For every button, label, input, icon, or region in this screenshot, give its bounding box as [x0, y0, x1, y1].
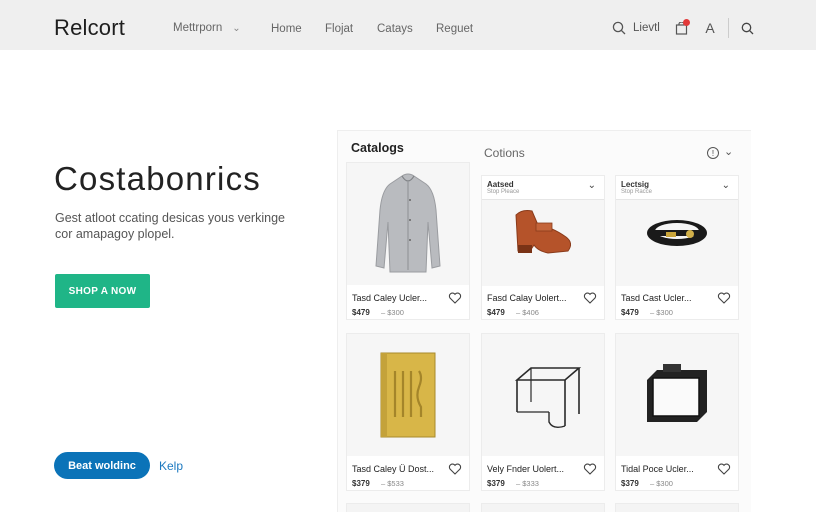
product-card-partial[interactable]	[615, 503, 739, 512]
product-old-price: – $533	[381, 479, 404, 488]
product-image-cardigan	[347, 163, 469, 285]
heart-icon[interactable]	[717, 462, 731, 476]
card-filter-bar[interactable]: Aatsed Stop Pleace ⌄	[482, 176, 604, 200]
nav-link-home[interactable]: Home	[271, 23, 302, 35]
account-icon[interactable]: A	[702, 20, 718, 36]
product-old-price: – $300	[650, 308, 673, 317]
product-card[interactable]: Vely Fnder Uolert... $379 – $333	[481, 333, 605, 491]
product-price: $479	[352, 308, 370, 317]
product-old-price: – $406	[516, 308, 539, 317]
filter-sublabel: Stop Racce	[621, 189, 653, 195]
product-name: Fasd Calay Uolert...	[487, 293, 567, 303]
filter-label: Lectsig	[621, 180, 650, 189]
product-old-price: – $300	[381, 308, 404, 317]
product-card[interactable]: Tasd Caley Ü Dost... $379 – $533	[346, 333, 470, 491]
product-price: $479	[487, 308, 505, 317]
product-price: $379	[621, 479, 639, 488]
chevron-down-icon: ⌄	[721, 180, 730, 191]
product-card[interactable]: Tasd Caley Ucler... $479 – $300	[346, 162, 470, 320]
filter-sublabel: Stop Pleace	[487, 189, 520, 195]
product-card[interactable]: Tidal Poce Ucler... $379 – $300	[615, 333, 739, 491]
card-filter-bar[interactable]: Lectsig Stop Racce ⌄	[616, 176, 738, 200]
product-price: $379	[352, 479, 370, 488]
hero-subtitle: Gest atloot ccating desicas yous verking…	[55, 211, 285, 241]
nav-link-3[interactable]: Catays	[377, 23, 413, 35]
product-price: $379	[487, 479, 505, 488]
cart-notification-badge	[683, 19, 690, 26]
heart-icon[interactable]	[583, 462, 597, 476]
help-link[interactable]: Kelp	[159, 459, 183, 473]
product-image-wire-cube	[482, 334, 604, 456]
hero-title: Costabonrics	[54, 160, 261, 197]
header-divider	[728, 18, 729, 38]
heart-icon[interactable]	[448, 291, 462, 305]
product-card[interactable]: Lectsig Stop Racce ⌄ Tasd Cast Ucler... …	[615, 175, 739, 320]
chevron-down-icon: ⌄	[232, 22, 241, 34]
product-name: Tasd Cast Ucler...	[621, 293, 692, 303]
product-price: $479	[621, 308, 639, 317]
product-old-price: – $333	[516, 479, 539, 488]
nav-link-2[interactable]: Flojat	[325, 23, 353, 35]
product-card-partial[interactable]	[481, 503, 605, 512]
chevron-down-icon: ⌄	[587, 180, 596, 191]
product-name: Tasd Caley Ucler...	[352, 293, 428, 303]
catalog-title: Catalogs	[351, 141, 404, 155]
heart-icon[interactable]	[583, 291, 597, 305]
account-link[interactable]: Lievtl	[633, 22, 660, 34]
shop-now-button[interactable]: SHOP A NOW	[55, 274, 150, 308]
category-dropdown[interactable]: Mettrporn ⌄	[173, 22, 241, 34]
brand-logo[interactable]: Relcort	[54, 15, 125, 41]
secondary-cta-button[interactable]: Beat woldinc	[54, 452, 150, 479]
chevron-down-icon[interactable]: ⌄	[724, 145, 733, 158]
product-image-notebook	[347, 334, 469, 456]
product-name: Vely Fnder Uolert...	[487, 464, 565, 474]
user-search-icon[interactable]	[611, 20, 627, 36]
product-name: Tidal Poce Ucler...	[621, 464, 694, 474]
category-dropdown-label: Mettrporn	[173, 22, 223, 34]
catalog-options-label: Cotions	[484, 146, 525, 160]
filter-label: Aatsed	[487, 180, 514, 189]
search-icon[interactable]	[739, 20, 755, 36]
info-icon[interactable]: !	[707, 147, 719, 159]
product-card-partial[interactable]	[346, 503, 470, 512]
product-card[interactable]: Aatsed Stop Pleace ⌄ Fasd Calay Uolert..…	[481, 175, 605, 320]
product-image-camera-box	[616, 334, 738, 456]
nav-link-4[interactable]: Reguet	[436, 23, 473, 35]
heart-icon[interactable]	[448, 462, 462, 476]
heart-icon[interactable]	[717, 291, 731, 305]
product-old-price: – $300	[650, 479, 673, 488]
product-name: Tasd Caley Ü Dost...	[352, 464, 435, 474]
